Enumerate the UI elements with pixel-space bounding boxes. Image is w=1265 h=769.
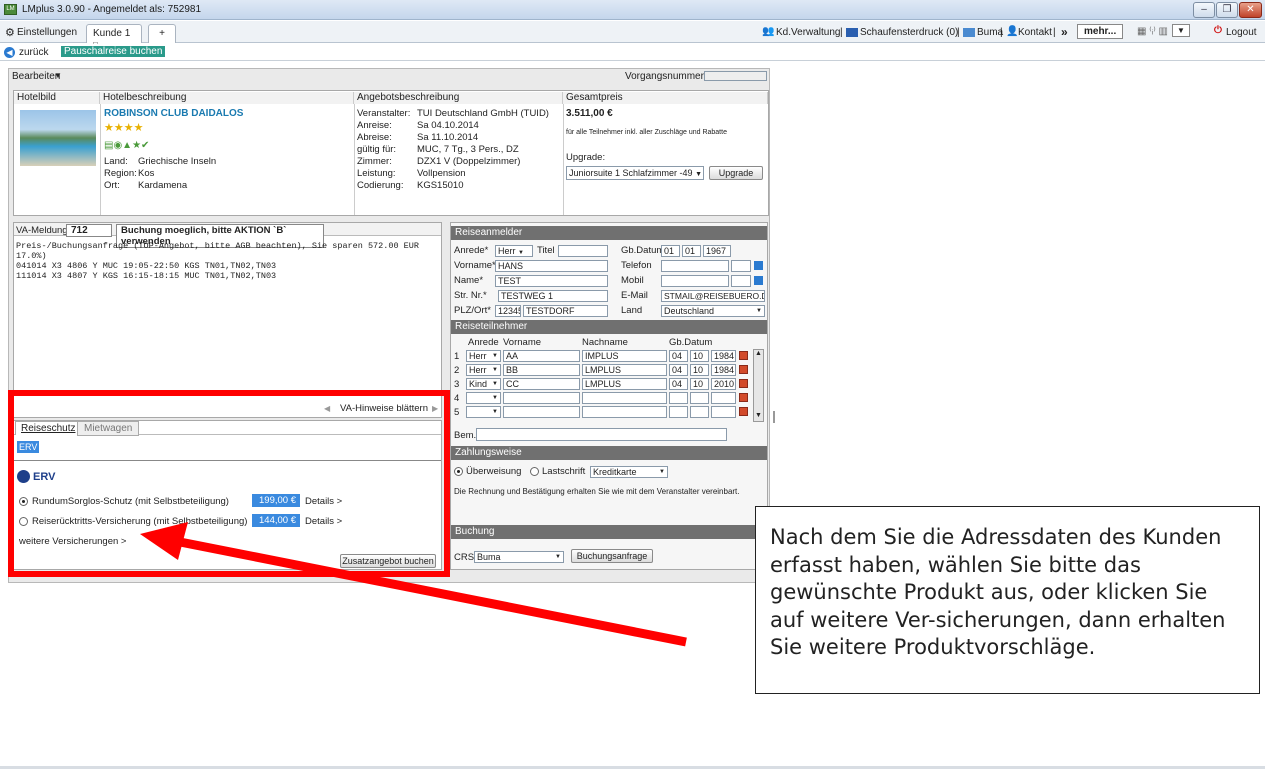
arrow-head [140, 522, 188, 560]
instruction-callout: Nach dem Sie die Adressdaten des Kunden … [755, 506, 1260, 694]
arrow-shaft [174, 536, 687, 647]
